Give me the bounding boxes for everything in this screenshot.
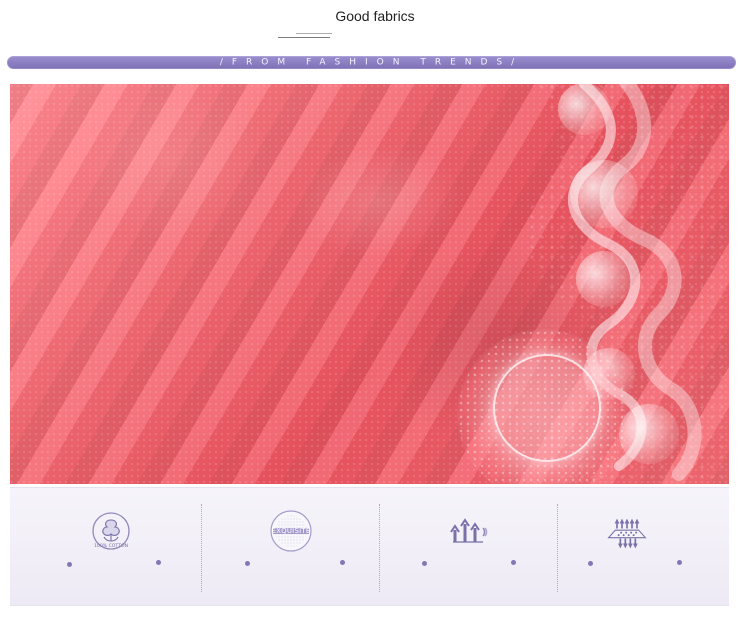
feature-ventilation [602,506,652,556]
feature-divider [201,504,203,592]
fabric-photo [10,84,729,484]
cotton-badge-text: 100% COTTON [94,543,128,549]
feature-cotton: 100% COTTON [86,506,136,556]
exquisite-badge-text: EXQUISITE [272,527,311,535]
feature-breathable [443,506,493,556]
ventilation-mat-icon [607,518,647,549]
title-underline [278,37,330,38]
cotton-flower-icon: 100% COTTON [92,512,130,550]
indicator-dot [245,561,250,566]
exquisite-badge-icon: EXQUISITE [270,510,312,552]
indicator-dot [67,562,72,567]
indicator-dot [422,561,427,566]
page-title: Good fabrics [335,8,415,24]
breathable-arrows-icon [450,518,488,543]
title-underline-top [296,33,332,34]
feature-divider [557,504,559,592]
banner-text: /FROM FASHION TRENDS/ [219,57,524,67]
fashion-trends-banner: /FROM FASHION TRENDS/ [7,56,736,69]
feature-divider [379,504,381,592]
indicator-dot [156,560,161,565]
indicator-dot [511,560,516,565]
feature-exquisite: EXQUISITE [266,506,316,556]
indicator-dot [340,560,345,565]
features-panel: 100% COTTON EXQUISITE [10,487,729,606]
indicator-dot [588,561,593,566]
indicator-dot [677,560,682,565]
zoom-ring [493,354,601,462]
